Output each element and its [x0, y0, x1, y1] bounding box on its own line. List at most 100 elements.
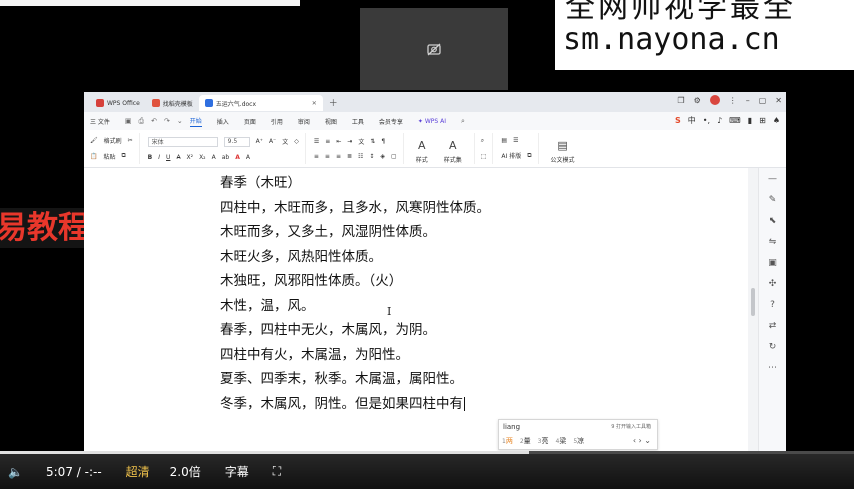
- shrink-font-icon[interactable]: A⁻: [269, 138, 276, 145]
- grid-icon[interactable]: ⊞: [759, 116, 766, 125]
- menu-tab-page[interactable]: 页面: [244, 117, 256, 126]
- skin-icon[interactable]: ▮: [748, 116, 752, 125]
- sogou-s-icon[interactable]: S: [675, 116, 681, 125]
- tab-template[interactable]: 找稻壳模板: [146, 95, 199, 111]
- select-icon[interactable]: ⬚: [481, 153, 487, 160]
- font-size-select[interactable]: 9.5: [223, 136, 250, 147]
- new-tab-icon[interactable]: ＋: [329, 96, 338, 109]
- quality-button[interactable]: 超清: [126, 463, 150, 480]
- menu-tab-references[interactable]: 引用: [271, 117, 283, 126]
- print-preview-icon[interactable]: ⎙: [139, 117, 145, 126]
- ime-candidate[interactable]: 5凉: [573, 436, 584, 446]
- scrollbar-thumb[interactable]: [751, 288, 755, 316]
- chinese-mode-icon[interactable]: 中: [688, 115, 696, 126]
- image-icon[interactable]: ▣: [768, 258, 777, 268]
- layout-options-icon[interactable]: ⧉: [527, 152, 531, 160]
- speed-button[interactable]: 2.0倍: [170, 463, 201, 480]
- cut-icon[interactable]: ✂: [128, 137, 133, 144]
- format-painter-icon[interactable]: 🖌: [90, 137, 98, 144]
- shirt-icon[interactable]: ♠: [773, 116, 780, 125]
- maximize-icon[interactable]: ▢: [759, 96, 767, 105]
- menu-tab-home[interactable]: 开始: [189, 116, 202, 127]
- styles-button[interactable]: A 样式: [412, 133, 432, 164]
- menu-tab-insert[interactable]: 插入: [217, 117, 229, 126]
- close-tab-icon[interactable]: ✕: [312, 100, 317, 107]
- document-page[interactable]: 春季（木旺） 四柱中，木旺而多，且多水，风寒阴性体质。 木旺而多，又多土，风湿阴…: [84, 168, 748, 454]
- format-painter-label[interactable]: 格式刷: [104, 136, 122, 145]
- shading-icon[interactable]: ◈: [380, 153, 385, 160]
- ime-candidate[interactable]: 4梁: [555, 436, 566, 446]
- phonetic-icon[interactable]: 文: [282, 137, 288, 146]
- volume-icon[interactable]: 🔈: [8, 465, 30, 479]
- more-icon[interactable]: ⋮: [729, 96, 737, 105]
- tab-document[interactable]: 五运六气.docx ✕: [198, 95, 323, 111]
- decrease-indent-icon[interactable]: ⇤: [336, 138, 341, 145]
- grow-font-icon[interactable]: A⁺: [256, 138, 263, 145]
- underline-icon[interactable]: U: [166, 154, 170, 161]
- avatar[interactable]: [709, 95, 720, 105]
- distribute-icon[interactable]: ☷: [358, 153, 363, 160]
- settings-icon[interactable]: ⚙: [694, 96, 701, 105]
- strikethrough-icon[interactable]: A̶: [176, 154, 180, 161]
- keyboard-icon[interactable]: ⌨: [729, 116, 741, 125]
- numbered-list-icon[interactable]: ≡: [325, 138, 330, 145]
- fullscreen-icon[interactable]: ⛶: [273, 464, 281, 479]
- ime-candidate[interactable]: 1两: [502, 436, 513, 446]
- increase-indent-icon[interactable]: ⇥: [347, 138, 352, 145]
- punctuation-icon[interactable]: •,: [703, 116, 710, 125]
- collapse-panel-icon[interactable]: —: [768, 174, 777, 184]
- border-icon[interactable]: ▢: [391, 153, 397, 160]
- menu-tab-review[interactable]: 审阅: [298, 117, 310, 126]
- bold-icon[interactable]: B: [148, 154, 153, 161]
- clear-format-icon[interactable]: ◇: [294, 138, 299, 145]
- find-icon[interactable]: ⌕: [481, 137, 484, 145]
- italic-icon[interactable]: I: [158, 154, 160, 161]
- search-icon[interactable]: ⌕: [461, 117, 465, 126]
- ai-layout-doc-icon[interactable]: ▤: [501, 137, 507, 144]
- char-shading-icon[interactable]: A: [246, 154, 250, 161]
- chinese-layout-icon[interactable]: 文: [358, 137, 364, 146]
- undo-icon[interactable]: ↶: [151, 117, 157, 125]
- sync-icon[interactable]: ↻: [769, 342, 777, 352]
- sort-icon[interactable]: ⇅: [370, 138, 375, 145]
- justify-icon[interactable]: ≣: [347, 153, 352, 160]
- text-effect-icon[interactable]: A: [212, 154, 216, 161]
- tab-wps-office[interactable]: WPS Office: [90, 95, 146, 111]
- translate-icon[interactable]: ⇄: [769, 321, 777, 331]
- official-doc-button[interactable]: ▤ 公文模式: [547, 133, 579, 164]
- menu-tab-member[interactable]: 会员专享: [379, 117, 403, 126]
- microphone-icon[interactable]: ♪: [717, 116, 722, 125]
- save-icon[interactable]: ▣: [125, 117, 132, 125]
- ai-tools-icon[interactable]: ☰: [513, 137, 518, 144]
- edit-pen-icon[interactable]: ✎: [769, 195, 777, 205]
- paste-label[interactable]: 粘贴: [103, 152, 115, 161]
- menu-tab-view[interactable]: 视图: [325, 117, 337, 126]
- restore-window-icon[interactable]: ❐: [677, 96, 684, 105]
- vertical-scrollbar[interactable]: [748, 168, 758, 454]
- font-name-select[interactable]: 宋体: [147, 136, 218, 147]
- paste-icon[interactable]: 📋: [90, 153, 97, 160]
- ime-page-nav[interactable]: ‹ › ⌄: [633, 436, 651, 445]
- bullet-list-icon[interactable]: ☰: [314, 138, 319, 145]
- ime-candidate[interactable]: 2量: [520, 436, 531, 446]
- select-cursor-icon[interactable]: ⬉: [769, 216, 777, 226]
- close-window-icon[interactable]: ✕: [775, 96, 782, 105]
- ime-toolbox-hint[interactable]: 9 打开输入工具箱: [611, 423, 651, 430]
- adjust-icon[interactable]: ⇋: [769, 237, 777, 247]
- align-right-icon[interactable]: ≡: [336, 153, 341, 160]
- ime-candidate[interactable]: 3亮: [538, 436, 549, 446]
- redo-icon[interactable]: ↷: [164, 117, 170, 125]
- help-icon[interactable]: ?: [770, 300, 775, 310]
- font-color-icon[interactable]: A: [235, 154, 240, 161]
- minimize-icon[interactable]: –: [746, 96, 750, 105]
- more-options-icon[interactable]: ⋯: [768, 363, 777, 373]
- superscript-icon[interactable]: X²: [187, 154, 194, 161]
- highlight-icon[interactable]: ab: [222, 154, 230, 161]
- align-center-icon[interactable]: ≡: [325, 153, 330, 160]
- style-set-button[interactable]: A 样式集: [440, 133, 466, 164]
- menu-tab-tools[interactable]: 工具: [352, 117, 364, 126]
- line-spacing-icon[interactable]: ↕: [369, 153, 374, 160]
- quick-access-dropdown-icon[interactable]: ⌄: [177, 117, 183, 125]
- show-marks-icon[interactable]: ¶: [381, 138, 385, 145]
- align-left-icon[interactable]: ≡: [314, 153, 319, 160]
